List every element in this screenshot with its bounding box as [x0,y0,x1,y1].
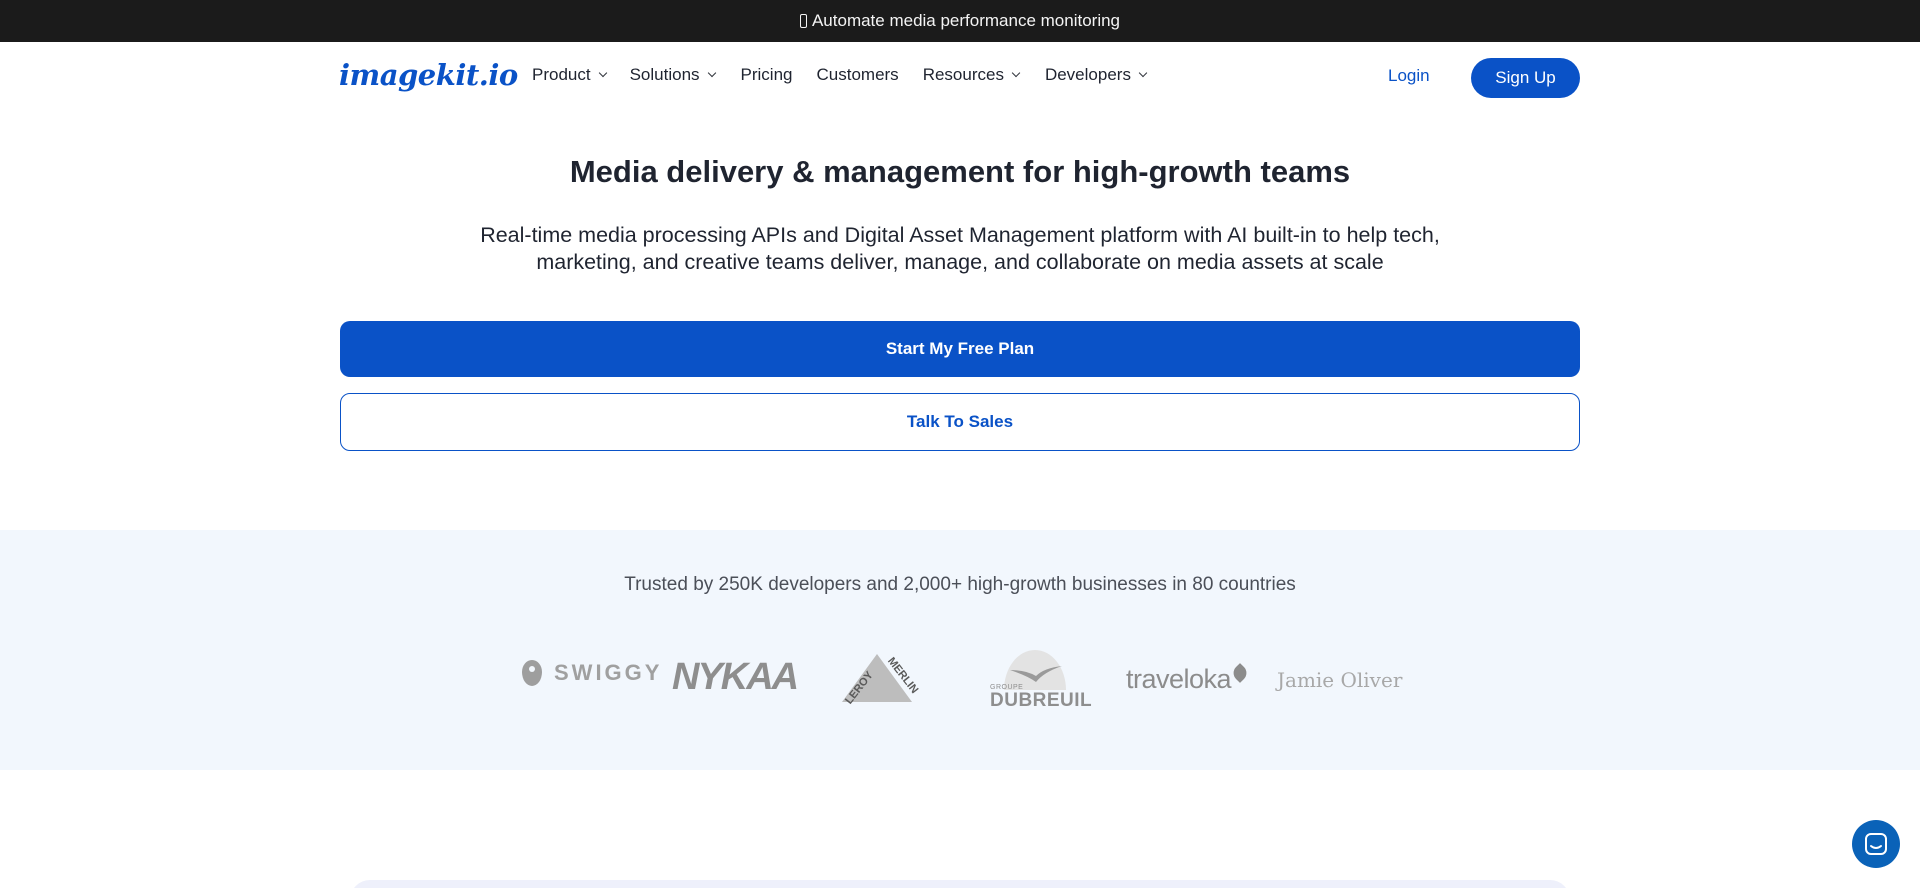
menu-label: Solutions [629,65,700,84]
start-free-plan-button[interactable]: Start My Free Plan [340,321,1580,377]
chat-icon [1865,833,1887,855]
menu-pricing[interactable]: Pricing [741,65,793,85]
swiggy-pin-icon [522,660,542,686]
menu-label: Developers [1044,65,1131,84]
menu-label: Pricing [740,65,793,84]
menu-developers[interactable]: Developers [1044,65,1148,85]
hero-subtitle-line: Real-time media processing APIs and Digi… [480,223,1440,247]
nykaa-logo: NYKAA [672,656,799,698]
main-menu: Product Solutions Pricing Customers Reso… [532,65,1148,85]
top-navigation: imagekit.io Product Solutions Pricing Cu… [0,42,1920,114]
menu-customers[interactable]: Customers [817,65,899,85]
dubreuil-bird-icon [1010,666,1062,682]
menu-label: Product [532,65,591,84]
swiggy-logo: SWIGGY [522,660,662,686]
chevron-down-icon [1138,68,1148,78]
announcement-text[interactable]: Automate media performance monitoring [812,11,1120,31]
jamie-oliver-logo: Jamie Oliver [1277,668,1403,692]
announcement-bar[interactable]: Automate media performance monitoring [0,0,1920,42]
menu-product[interactable]: Product [532,65,607,85]
traveloka-bird-icon [1230,663,1250,683]
hero-subtitle: Real-time media processing APIs and Digi… [435,222,1485,276]
traveloka-logo: traveloka [1126,663,1250,695]
traveloka-wordmark: traveloka [1126,664,1232,694]
customer-logos: SWIGGY NYKAA LEROY MERLIN GROUPE DUBREUI… [0,650,1920,720]
dubreuil-wordmark: DUBREUIL [990,690,1093,711]
chevron-down-icon [707,68,716,78]
menu-solutions[interactable]: Solutions [629,65,716,85]
talk-to-sales-button[interactable]: Talk To Sales [340,393,1580,451]
trust-statement: Trusted by 250K developers and 2,000+ hi… [624,574,1296,595]
chevron-down-icon [598,68,607,78]
signup-button[interactable]: Sign Up [1471,58,1580,98]
lightbulb-icon [799,14,807,28]
imagekit-logo[interactable]: imagekit.io [339,58,518,92]
swiggy-wordmark: SWIGGY [554,660,663,685]
menu-label: Resources [922,65,1004,84]
chat-launcher-button[interactable] [1852,820,1900,868]
menu-resources[interactable]: Resources [922,65,1021,85]
groupe-dubreuil-logo: GROUPE DUBREUIL [988,650,1092,712]
trust-section: Trusted by 250K developers and 2,000+ hi… [0,530,1920,770]
hero-title: Media delivery & management for high-gro… [569,154,1351,189]
next-section-card [350,880,1570,888]
login-link[interactable]: Login [1388,66,1430,86]
leroy-merlin-logo: LEROY MERLIN [842,654,920,707]
chevron-down-icon [1011,68,1021,78]
menu-label: Customers [816,65,899,84]
hero-subtitle-line: marketing, and creative teams deliver, m… [536,250,1384,274]
